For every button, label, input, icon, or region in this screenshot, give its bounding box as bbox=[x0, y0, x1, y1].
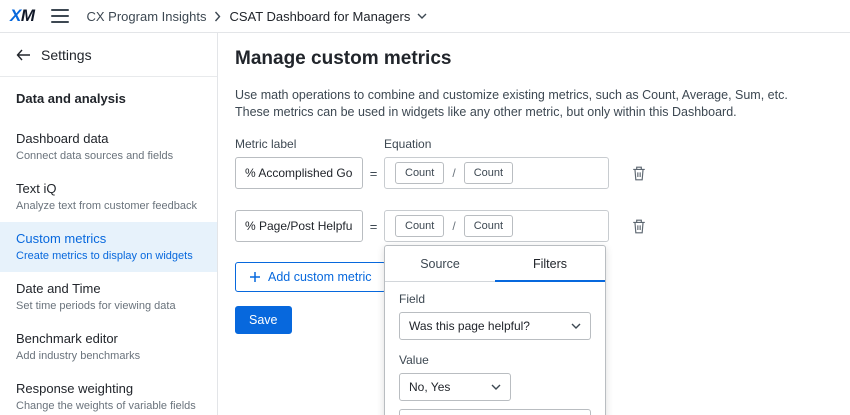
sidebar-item-label: Text iQ bbox=[16, 181, 201, 197]
sidebar-item-sublabel: Change the weights of variable fields bbox=[16, 399, 201, 413]
delete-metric-button[interactable] bbox=[630, 217, 648, 236]
field-dropdown[interactable]: Was this page helpful? bbox=[399, 312, 591, 340]
delete-metric-button[interactable] bbox=[630, 164, 648, 183]
description-line-2: These metrics can be used in widgets lik… bbox=[235, 104, 850, 121]
division-operator: / bbox=[452, 166, 455, 180]
dashboard-selector[interactable]: CSAT Dashboard for Managers bbox=[229, 9, 427, 24]
trash-icon bbox=[632, 166, 646, 181]
metric-config-popup: Source Filters Field Was this page helpf… bbox=[384, 245, 606, 415]
sidebar-item-label: Response weighting bbox=[16, 381, 201, 397]
metric-label-column-header: Metric label bbox=[235, 137, 384, 151]
xm-logo-x: X bbox=[10, 6, 21, 25]
sidebar-item-dashboard-data[interactable]: Dashboard data Connect data sources and … bbox=[0, 122, 217, 172]
chevron-down-icon bbox=[571, 323, 581, 329]
sidebar-item-date-and-time[interactable]: Date and Time Set time periods for viewi… bbox=[0, 272, 217, 322]
metric-operand-button[interactable]: Count bbox=[395, 162, 444, 184]
settings-label: Settings bbox=[41, 47, 92, 63]
menu-icon[interactable] bbox=[51, 9, 69, 23]
sidebar-item-text-iq[interactable]: Text iQ Analyze text from customer feedb… bbox=[0, 172, 217, 222]
breadcrumb-page: CSAT Dashboard for Managers bbox=[229, 9, 410, 24]
section-data-and-analysis: Data and analysis bbox=[0, 77, 217, 122]
sidebar-item-label: Benchmark editor bbox=[16, 331, 201, 347]
breadcrumb-app[interactable]: CX Program Insights bbox=[87, 9, 207, 24]
custom-metric-row: = Count / Count bbox=[235, 210, 850, 242]
value-label: Value bbox=[399, 353, 591, 367]
filter-extra-input[interactable] bbox=[399, 409, 591, 415]
app-window: XM CX Program Insights CSAT Dashboard fo… bbox=[0, 0, 850, 415]
equation-column-header: Equation bbox=[384, 137, 431, 151]
chevron-down-icon bbox=[417, 13, 427, 19]
sidebar-item-benchmark-editor[interactable]: Benchmark editor Add industry benchmarks bbox=[0, 322, 217, 372]
xm-logo[interactable]: XM bbox=[10, 6, 35, 26]
equals-sign: = bbox=[363, 166, 384, 181]
equals-sign: = bbox=[363, 219, 384, 234]
main-content: Manage custom metrics Use math operation… bbox=[218, 33, 850, 415]
tab-filters[interactable]: Filters bbox=[495, 246, 605, 281]
metric-operand-button[interactable]: Count bbox=[464, 162, 513, 184]
sidebar-item-label: Dashboard data bbox=[16, 131, 201, 147]
add-custom-metric-button[interactable]: Add custom metric bbox=[235, 262, 386, 292]
back-to-settings[interactable]: Settings bbox=[0, 33, 217, 77]
xm-logo-m: M bbox=[21, 6, 35, 25]
field-dropdown-value: Was this page helpful? bbox=[409, 319, 530, 333]
metric-operand-button[interactable]: Count bbox=[464, 215, 513, 237]
metric-operand-button[interactable]: Count bbox=[395, 215, 444, 237]
top-bar: XM CX Program Insights CSAT Dashboard fo… bbox=[0, 0, 850, 33]
sidebar-item-sublabel: Connect data sources and fields bbox=[16, 149, 201, 163]
plus-icon bbox=[249, 271, 261, 283]
sidebar-item-sublabel: Set time periods for viewing data bbox=[16, 299, 201, 313]
description-line-1: Use math operations to combine and custo… bbox=[235, 87, 850, 104]
back-arrow-icon bbox=[16, 49, 31, 61]
popup-tabs: Source Filters bbox=[385, 246, 605, 282]
sidebar-item-label: Date and Time bbox=[16, 281, 201, 297]
sidebar-item-label: Custom metrics bbox=[16, 231, 201, 247]
sidebar-item-sublabel: Create metrics to display on widgets bbox=[16, 249, 201, 263]
sidebar-item-custom-metrics[interactable]: Custom metrics Create metrics to display… bbox=[0, 222, 217, 272]
metric-label-input[interactable] bbox=[235, 210, 363, 242]
column-headers: Metric label Equation bbox=[235, 137, 850, 151]
chevron-down-icon bbox=[491, 384, 501, 390]
sidebar-item-sublabel: Add industry benchmarks bbox=[16, 349, 201, 363]
save-button[interactable]: Save bbox=[235, 306, 292, 334]
value-dropdown-value: No, Yes bbox=[409, 380, 450, 394]
sidebar-item-response-weighting[interactable]: Response weighting Change the weights of… bbox=[0, 372, 217, 415]
custom-metric-row: = Count / Count bbox=[235, 157, 850, 189]
add-custom-metric-label: Add custom metric bbox=[268, 270, 372, 284]
trash-icon bbox=[632, 219, 646, 234]
page-title: Manage custom metrics bbox=[235, 47, 850, 71]
metric-label-input[interactable] bbox=[235, 157, 363, 189]
tab-source[interactable]: Source bbox=[385, 246, 495, 281]
equation-editor[interactable]: Count / Count bbox=[384, 157, 609, 189]
equation-editor[interactable]: Count / Count bbox=[384, 210, 609, 242]
value-dropdown[interactable]: No, Yes bbox=[399, 373, 511, 401]
page-description: Use math operations to combine and custo… bbox=[235, 87, 850, 121]
settings-sidebar: Settings Data and analysis Dashboard dat… bbox=[0, 33, 218, 415]
sidebar-item-sublabel: Analyze text from customer feedback bbox=[16, 199, 201, 213]
field-label: Field bbox=[399, 292, 591, 306]
division-operator: / bbox=[452, 219, 455, 233]
chevron-right-icon bbox=[214, 11, 221, 22]
popup-body: Field Was this page helpful? Value No, Y… bbox=[385, 282, 605, 415]
